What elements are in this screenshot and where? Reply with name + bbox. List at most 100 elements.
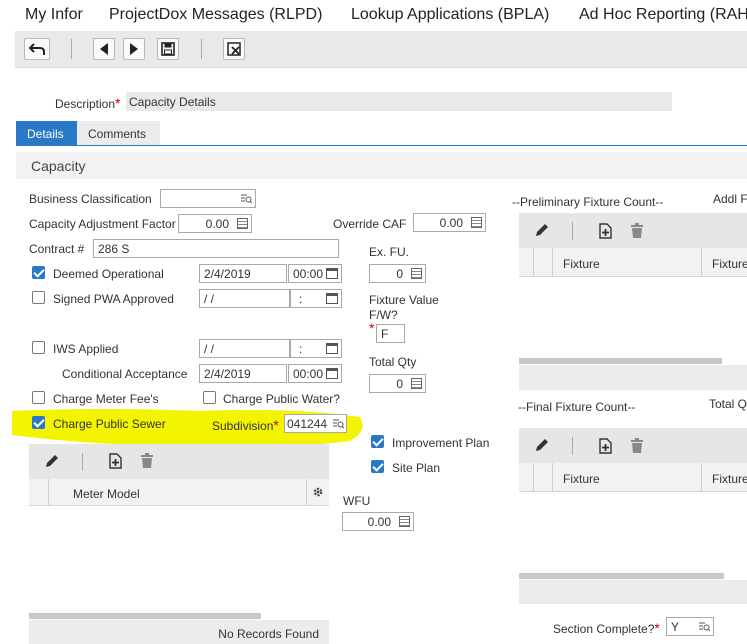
lookup-icon[interactable] xyxy=(240,193,252,204)
subdivision-input[interactable]: 041244 xyxy=(284,414,347,433)
deemed-operational-time-value: 00:00 xyxy=(293,267,324,281)
preliminary-grid-scrollbar[interactable] xyxy=(519,358,722,364)
add-record-icon[interactable] xyxy=(108,453,123,469)
final-fixture-title: --Final Fixture Count-- xyxy=(518,400,636,414)
capacity-adjustment-factor-value: 0.00 xyxy=(205,217,229,231)
final-fixture-grid: Fixture Fixture xyxy=(519,428,747,604)
signed-pwa-approved-date[interactable]: / / xyxy=(199,289,290,308)
meter-grid-toolbar xyxy=(29,444,329,479)
ex-fu-value: 0 xyxy=(396,267,403,281)
grid-divider xyxy=(306,479,307,505)
grid-divider xyxy=(701,248,702,276)
fixture-value-value: F xyxy=(381,327,389,341)
add-record-icon[interactable] xyxy=(598,438,613,454)
fixture-column[interactable]: Fixture xyxy=(563,472,600,486)
calendar-icon[interactable] xyxy=(326,343,338,354)
trash-icon[interactable] xyxy=(630,223,644,239)
charge-meter-fees-checkbox[interactable] xyxy=(32,391,45,404)
calculator-icon[interactable] xyxy=(411,378,422,389)
calendar-icon[interactable] xyxy=(326,368,338,379)
ex-fu-label: Ex. FU. xyxy=(369,245,410,259)
close-record-button[interactable] xyxy=(223,38,245,60)
nav-projectdox-messages[interactable]: ProjectDox Messages (RLPD) xyxy=(109,6,322,24)
ex-fu-input[interactable]: 0 xyxy=(369,264,426,283)
section-complete-value: Y xyxy=(671,620,680,634)
calculator-icon[interactable] xyxy=(237,218,248,229)
save-icon xyxy=(161,42,175,56)
override-caf-value: 0.00 xyxy=(439,216,463,230)
nav-ad-hoc-reporting[interactable]: Ad Hoc Reporting (RAHI xyxy=(579,6,747,24)
lookup-icon[interactable] xyxy=(698,621,710,632)
improvement-plan-checkbox[interactable] xyxy=(371,435,384,448)
iws-applied-time[interactable]: : xyxy=(290,339,342,358)
deemed-operational-date-value: 2/4/2019 xyxy=(204,267,251,281)
conditional-acceptance-date-value: 2/4/2019 xyxy=(204,367,251,381)
next-record-button[interactable] xyxy=(123,38,145,60)
conditional-acceptance-time-value: 00:00 xyxy=(293,367,324,381)
lookup-icon[interactable] xyxy=(332,418,344,429)
calculator-icon[interactable] xyxy=(411,268,422,279)
iws-applied-date[interactable]: / / xyxy=(199,339,290,358)
grid-divider xyxy=(533,248,534,276)
grid-divider xyxy=(552,463,553,491)
edit-icon[interactable] xyxy=(534,437,550,453)
trash-icon[interactable] xyxy=(630,438,644,454)
charge-public-sewer-checkbox[interactable] xyxy=(32,416,45,429)
calendar-icon[interactable] xyxy=(326,293,338,304)
edit-icon[interactable] xyxy=(44,453,60,469)
fixture-column-2[interactable]: Fixture xyxy=(712,472,747,486)
addl-fixture-title: Addl F xyxy=(713,192,747,206)
previous-record-button[interactable] xyxy=(93,38,115,60)
save-button[interactable] xyxy=(157,38,179,60)
deemed-operational-date[interactable]: 2/4/2019 xyxy=(199,264,287,283)
section-complete-input[interactable]: Y xyxy=(666,617,714,636)
add-record-icon[interactable] xyxy=(598,223,613,239)
gear-icon[interactable] xyxy=(312,486,324,498)
business-classification-input[interactable] xyxy=(160,189,256,208)
contract-input[interactable]: 286 S xyxy=(93,239,339,258)
capacity-adjustment-factor-input[interactable]: 0.00 xyxy=(178,214,252,233)
meter-model-column[interactable]: Meter Model xyxy=(73,487,140,501)
fixture-column[interactable]: Fixture xyxy=(563,257,600,271)
deemed-operational-checkbox[interactable] xyxy=(32,266,45,279)
description-field: Capacity Details xyxy=(126,92,672,111)
fixture-value-input[interactable]: F xyxy=(376,324,405,343)
trash-icon[interactable] xyxy=(140,453,154,469)
final-grid-scrollbar[interactable] xyxy=(519,573,724,579)
meter-grid-footer: No Records Found xyxy=(29,620,329,644)
wfu-input[interactable]: 0.00 xyxy=(342,512,414,531)
tab-details[interactable]: Details xyxy=(16,121,77,145)
conditional-acceptance-label: Conditional Acceptance xyxy=(62,367,188,381)
final-grid-footer xyxy=(519,580,747,604)
capacity-adjustment-factor-label: Capacity Adjustment Factor xyxy=(29,217,176,231)
deemed-operational-time[interactable]: 00:00 xyxy=(288,264,342,283)
override-caf-input[interactable]: 0.00 xyxy=(413,213,486,232)
calendar-icon[interactable] xyxy=(326,268,338,279)
conditional-acceptance-time[interactable]: 00:00 xyxy=(288,364,342,383)
improvement-plan-label: Improvement Plan xyxy=(392,436,490,450)
iws-applied-checkbox[interactable] xyxy=(32,341,45,354)
arrow-left-icon xyxy=(100,43,108,55)
calculator-icon[interactable] xyxy=(471,217,482,228)
toolbar-separator xyxy=(201,39,202,59)
charge-public-water-checkbox[interactable] xyxy=(203,391,216,404)
fixture-column-2[interactable]: Fixture xyxy=(712,257,747,271)
edit-icon[interactable] xyxy=(534,222,550,238)
meter-grid-scrollbar[interactable] xyxy=(29,613,261,619)
nav-my-infor[interactable]: My Infor xyxy=(25,6,83,24)
signed-pwa-approved-time[interactable]: : xyxy=(290,289,342,308)
back-button[interactable] xyxy=(24,38,50,60)
total-qty-input[interactable]: 0 xyxy=(369,374,426,393)
signed-pwa-approved-time-value: : xyxy=(299,292,303,306)
calculator-icon[interactable] xyxy=(399,516,410,527)
toolbar-separator xyxy=(82,453,83,471)
site-plan-label: Site Plan xyxy=(392,461,441,475)
meter-grid: Meter Model No Records Found xyxy=(29,444,329,644)
tab-details-label: Details xyxy=(27,127,64,141)
contract-value: 286 S xyxy=(98,242,130,256)
conditional-acceptance-date[interactable]: 2/4/2019 xyxy=(199,364,287,383)
signed-pwa-approved-checkbox[interactable] xyxy=(32,291,45,304)
nav-lookup-applications[interactable]: Lookup Applications (BPLA) xyxy=(351,6,549,24)
site-plan-checkbox[interactable] xyxy=(371,460,384,473)
tab-comments[interactable]: Comments xyxy=(77,121,160,145)
